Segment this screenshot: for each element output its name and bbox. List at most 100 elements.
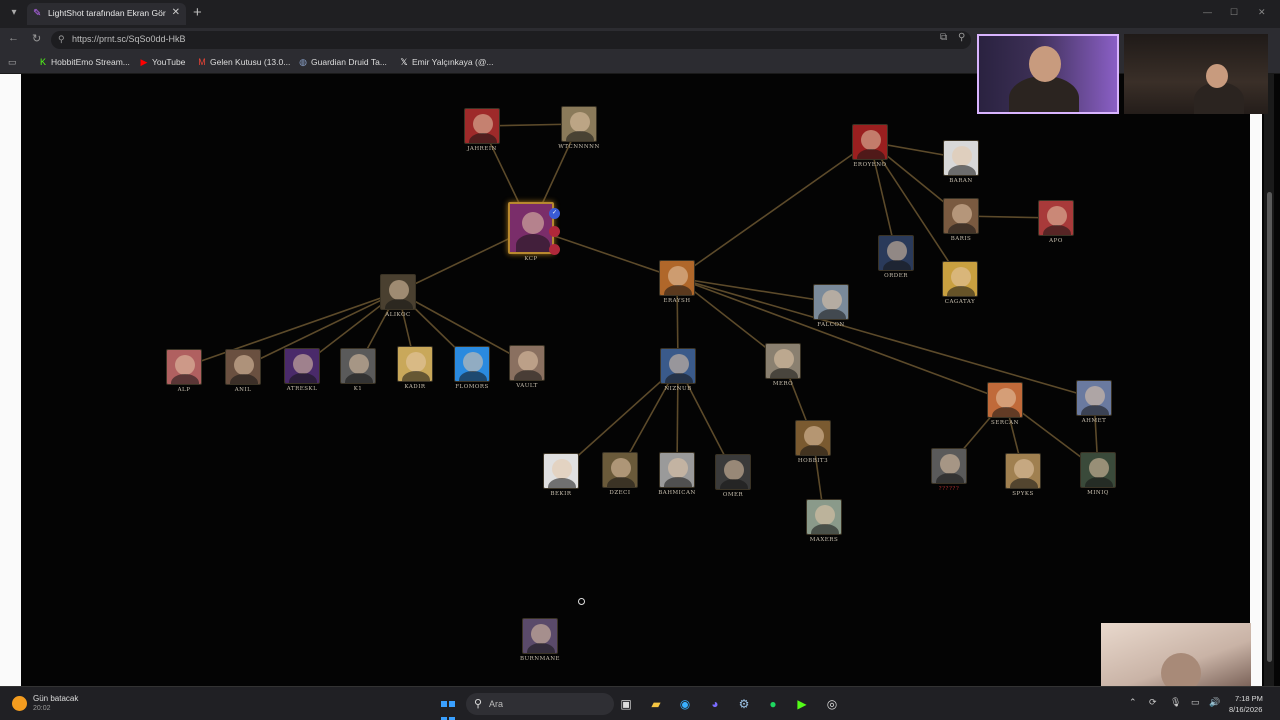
scrollbar-thumb[interactable] bbox=[1267, 192, 1272, 662]
bookmark-label: YouTube bbox=[152, 57, 186, 67]
avatar bbox=[660, 348, 696, 384]
tree-link-eraysh-ahmet bbox=[676, 277, 1095, 399]
url-field[interactable]: ⚲ https://prnt.sc/SqSo0dd-HkB bbox=[51, 31, 971, 49]
spotify-icon[interactable]: ● bbox=[765, 696, 781, 712]
taskbar-time[interactable]: 7:18 PM bbox=[1235, 694, 1263, 703]
start-button[interactable] bbox=[440, 696, 456, 720]
bookmark-label: Gelen Kutusu (13.0... bbox=[210, 57, 291, 67]
webcam-overlay-1 bbox=[977, 34, 1119, 114]
badge-dot-icon bbox=[549, 226, 560, 237]
avatar bbox=[1076, 380, 1112, 416]
tab-list-icon[interactable]: ▾ bbox=[6, 5, 22, 21]
weather-title: Gün batacak bbox=[33, 694, 79, 703]
file-explorer-icon[interactable]: ▰ bbox=[648, 696, 664, 712]
maximize-icon[interactable]: ☐ bbox=[1230, 7, 1238, 18]
bookmark-2[interactable]: M Gelen Kutusu (13.0... bbox=[197, 57, 290, 69]
sidebar-toggle-icon[interactable]: ▭ bbox=[8, 57, 17, 68]
tree-node-vault: VAULT bbox=[492, 345, 562, 389]
minimize-icon[interactable]: — bbox=[1203, 7, 1212, 17]
weather-time: 20:02 bbox=[33, 705, 51, 712]
avatar bbox=[765, 343, 801, 379]
close-window-icon[interactable]: ✕ bbox=[1258, 7, 1266, 18]
tree-node-burnmane: BURNMANE bbox=[505, 618, 575, 662]
node-name-label: CAGATAY bbox=[944, 299, 976, 305]
sunset-weather-icon[interactable] bbox=[12, 696, 27, 711]
browser-tab[interactable]: ✎ LightShot tarafından Ekran Görüntü ✕ bbox=[27, 3, 186, 25]
volume-icon[interactable]: 🔊 bbox=[1209, 697, 1220, 708]
obs-icon[interactable]: ◎ bbox=[824, 696, 840, 712]
tree-node-eraysh: ERAYSH bbox=[642, 260, 712, 304]
reload-icon[interactable]: ↻ bbox=[32, 32, 41, 45]
lightshot-favicon-icon: ✎ bbox=[33, 8, 42, 19]
tree-node-nizniub: NIZNUB bbox=[643, 348, 713, 392]
tree-node-spyks: SPYKS bbox=[988, 453, 1058, 497]
avatar bbox=[943, 140, 979, 176]
node-name-label: ?????? bbox=[938, 486, 960, 492]
search-placeholder: Ara bbox=[489, 699, 504, 709]
install-app-icon[interactable]: ⧉ bbox=[940, 32, 947, 43]
webcam-overlay-3 bbox=[1101, 623, 1251, 687]
node-name-label: SERCAN bbox=[991, 420, 1019, 426]
task-view-icon[interactable]: ▣ bbox=[618, 696, 634, 712]
avatar bbox=[878, 235, 914, 271]
bookmark-0[interactable]: K HobbitEmo Stream... bbox=[38, 57, 130, 69]
avatar bbox=[1038, 200, 1074, 236]
new-tab-button[interactable]: + bbox=[193, 4, 202, 22]
windows-taskbar: Gün batacak 20:02 ⚲ Ara ▣ ▰ ◉ ◕ ⚙ ● ▶ ◎ … bbox=[0, 686, 1280, 720]
avatar bbox=[943, 198, 979, 234]
youtube-icon: ▶ bbox=[140, 57, 148, 67]
microphone-icon[interactable]: 🎙 bbox=[1170, 697, 1181, 708]
page-border-right bbox=[1250, 74, 1262, 686]
node-name-label: APO bbox=[1049, 238, 1063, 244]
avatar bbox=[1005, 453, 1041, 489]
app-icon[interactable]: ▶ bbox=[794, 696, 810, 712]
globe-icon: ◍ bbox=[299, 57, 307, 67]
avatar bbox=[659, 452, 695, 488]
bookmark-label: Guardian Druid Ta... bbox=[311, 57, 387, 67]
avatar bbox=[509, 345, 545, 381]
node-name-label: JAHREIN bbox=[467, 146, 497, 152]
search-icon: ⚲ bbox=[474, 698, 483, 710]
node-name-label: FALCON bbox=[817, 322, 845, 328]
browser-tab-bar: ▾ ✎ LightShot tarafından Ekran Görüntü ✕… bbox=[0, 0, 1280, 28]
avatar bbox=[340, 348, 376, 384]
node-name-label: SPYKS bbox=[1012, 491, 1034, 497]
tree-node-cagatay: CAGATAY bbox=[925, 261, 995, 305]
node-name-label: NIZNUB bbox=[664, 386, 692, 392]
steam-icon[interactable]: ⚙ bbox=[736, 696, 752, 712]
node-name-label: MAXERS bbox=[809, 537, 839, 543]
avatar bbox=[987, 382, 1023, 418]
tree-node-wtcn: WTCNNNNN bbox=[544, 106, 614, 150]
site-info-icon[interactable]: ⚲ bbox=[58, 34, 65, 45]
tree-node-sercan: SERCAN bbox=[970, 382, 1040, 426]
avatar bbox=[942, 261, 978, 297]
bookmark-label: Emir Yalçınkaya (@... bbox=[412, 57, 494, 67]
center-node-actions: ✓ bbox=[549, 208, 561, 262]
node-name-label: VAULT bbox=[516, 383, 538, 389]
avatar bbox=[166, 349, 202, 385]
kick-icon: K bbox=[39, 57, 46, 67]
avatar bbox=[852, 124, 888, 160]
close-tab-icon[interactable]: ✕ bbox=[172, 7, 180, 18]
display-icon[interactable]: ▭ bbox=[1191, 697, 1200, 708]
node-name-label: ALIKOC bbox=[385, 312, 411, 318]
bookmark-3[interactable]: ◍ Guardian Druid Ta... bbox=[298, 57, 387, 69]
bookmark-4[interactable]: 𝕏 Emir Yalçınkaya (@... bbox=[399, 57, 494, 69]
edge-browser-icon[interactable]: ◉ bbox=[677, 696, 693, 712]
taskbar-search[interactable]: ⚲ Ara bbox=[466, 693, 614, 715]
avatar bbox=[543, 453, 579, 489]
discord-icon[interactable]: ◕ bbox=[707, 696, 723, 712]
node-name-label: OMER bbox=[722, 492, 744, 498]
avatar bbox=[454, 346, 490, 382]
sync-icon[interactable]: ⟳ bbox=[1149, 697, 1157, 708]
gmail-icon: M bbox=[198, 57, 206, 67]
avatar bbox=[813, 284, 849, 320]
bookmark-1[interactable]: ▶ YouTube bbox=[139, 57, 186, 69]
tray-overflow-icon[interactable]: ⌃ bbox=[1129, 697, 1137, 708]
node-name-label: BARAN bbox=[949, 178, 973, 184]
taskbar-date[interactable]: 8/16/2026 bbox=[1229, 705, 1262, 714]
avatar bbox=[225, 349, 261, 385]
back-icon[interactable]: ← bbox=[8, 32, 19, 44]
node-name-label: BURNMANE bbox=[519, 656, 561, 662]
zoom-icon[interactable]: ⚲ bbox=[958, 32, 965, 43]
